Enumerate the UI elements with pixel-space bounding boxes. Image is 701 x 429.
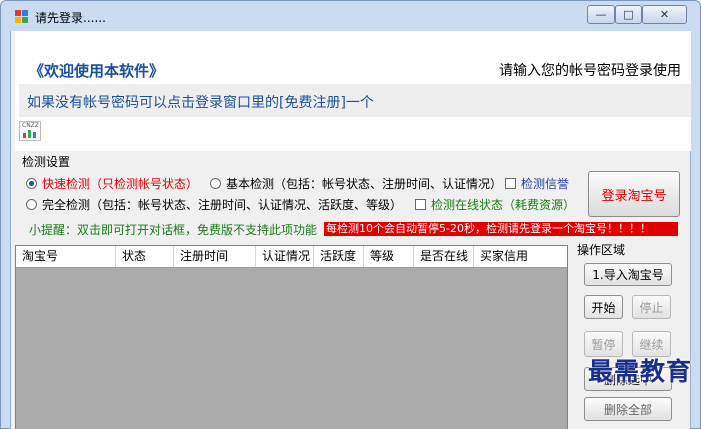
check-credit-checkbox[interactable]: 检测信誉 (505, 175, 569, 192)
column-header[interactable]: 认证情况 (256, 246, 314, 267)
quick-check-radio[interactable]: 快速检测（只检测帐号状态） (26, 175, 198, 192)
quick-check-label: 快速检测（只检测帐号状态） (42, 177, 199, 191)
welcome-banner: 《欢迎使用本软件》 请输入您的帐号密码登录使用 如果没有帐号密码可以点击登录窗口… (15, 31, 691, 151)
title-bar[interactable]: 请先登录...... — □ ✕ (1, 1, 700, 31)
start-button[interactable]: 开始 (584, 295, 623, 319)
full-check-label: 完全检测（包括：帐号状态、注册时间、认证情况、活跃度、等级） (42, 198, 403, 212)
cnzz-label: CNZZ (22, 122, 39, 129)
delete-all-button[interactable]: 删除全部 (584, 397, 672, 421)
welcome-title: 《欢迎使用本软件》 (29, 62, 165, 80)
radio-unselected-icon[interactable] (210, 178, 221, 189)
column-header[interactable]: 活跃度 (314, 246, 364, 267)
column-header[interactable]: 注册时间 (174, 246, 256, 267)
radio-unselected-icon[interactable] (26, 199, 37, 210)
login-taobao-button[interactable]: 登录淘宝号 (588, 171, 680, 217)
detection-settings-label: 检测设置 (22, 155, 71, 169)
watermark-text: 最需教育 (588, 357, 693, 386)
warning-banner: 每检测10个会自动暂停5-20秒，检测请先登录一个淘宝号！！！！ (324, 222, 678, 236)
tip-text: 小提醒：双击即可打开对话框，免费版不支持此项功能 (29, 223, 318, 237)
column-header[interactable]: 买家信用 (474, 246, 567, 267)
basic-check-radio[interactable]: 基本检测（包括：帐号状态、注册时间、认证情况） (210, 175, 502, 192)
column-header[interactable]: 等级 (364, 246, 414, 267)
column-header[interactable]: 状态 (116, 246, 174, 267)
login-hint-text: 请输入您的帐号密码登录使用 (499, 63, 681, 79)
column-header[interactable]: 是否在线 (414, 246, 474, 267)
maximize-button[interactable]: □ (615, 5, 642, 24)
window-title: 请先登录...... (35, 11, 106, 25)
radio-selected-icon[interactable] (26, 178, 37, 189)
cnzz-counter-icon[interactable]: CNZZ (19, 121, 41, 141)
check-credit-label: 检测信誉 (521, 177, 570, 191)
app-icon (15, 10, 29, 24)
import-accounts-button[interactable]: 1.导入淘宝号 (584, 263, 672, 286)
column-header[interactable]: 淘宝号 (16, 246, 116, 267)
check-online-checkbox[interactable]: 检测在线状态（耗费资源） (415, 196, 575, 213)
notice-bar: 如果没有帐号密码可以点击登录窗口里的[免费注册]一个 (19, 84, 691, 117)
stop-button[interactable]: 停止 (632, 295, 671, 319)
close-button[interactable]: ✕ (642, 5, 687, 24)
checkbox-icon[interactable] (505, 178, 516, 189)
operations-label: 操作区域 (577, 243, 626, 257)
register-notice: 如果没有帐号密码可以点击登录窗口里的[免费注册]一个 (27, 95, 374, 111)
full-check-radio[interactable]: 完全检测（包括：帐号状态、注册时间、认证情况、活跃度、等级） (26, 196, 402, 213)
checkbox-icon[interactable] (415, 199, 426, 210)
check-online-label: 检测在线状态（耗费资源） (431, 198, 576, 212)
table-header: 淘宝号 状态 注册时间 认证情况 活跃度 等级 是否在线 买家信用 (16, 246, 567, 268)
accounts-table[interactable]: 淘宝号 状态 注册时间 认证情况 活跃度 等级 是否在线 买家信用 (15, 245, 568, 429)
minimize-button[interactable]: — (587, 5, 615, 24)
basic-check-label: 基本检测（包括：帐号状态、注册时间、认证情况） (226, 177, 503, 191)
